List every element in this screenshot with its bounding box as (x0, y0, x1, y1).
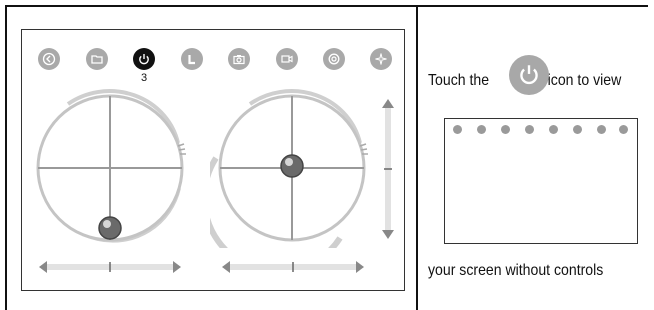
left-joystick[interactable] (28, 88, 196, 248)
left-stick-knob (98, 216, 122, 240)
camera-icon[interactable] (228, 48, 250, 70)
power-icon[interactable] (133, 48, 155, 70)
l-mode-icon (525, 125, 534, 134)
compass-icon (619, 125, 628, 134)
camera-icon (549, 125, 558, 134)
folder-icon[interactable] (86, 48, 108, 70)
right-joystick[interactable] (210, 88, 378, 248)
table-column-divider (416, 5, 418, 310)
video-icon (573, 125, 582, 134)
settings-icon[interactable] (323, 48, 345, 70)
power-icon-callout: 3 (140, 72, 148, 84)
left-horizontal-trim-slider[interactable] (37, 259, 183, 275)
settings-icon (597, 125, 606, 134)
back-icon[interactable] (38, 48, 60, 70)
right-horizontal-trim-slider[interactable] (220, 259, 366, 275)
right-arrow-icon (356, 261, 364, 273)
compass-icon[interactable] (370, 48, 392, 70)
right-arrow-icon (173, 261, 181, 273)
instruction-text-after: icon to view (547, 72, 622, 89)
power-icon (509, 55, 549, 95)
vertical-trim-slider[interactable] (378, 96, 398, 242)
back-icon (453, 125, 462, 134)
clean-screen-preview (444, 118, 638, 244)
down-arrow-icon (382, 230, 394, 239)
instruction-line-2: your screen without controls (428, 262, 604, 279)
instruction-text-before: Touch the (428, 72, 490, 89)
table-top-rule (5, 5, 648, 7)
up-arrow-icon (382, 99, 394, 108)
power-icon (501, 125, 510, 134)
l-mode-icon[interactable] (181, 48, 203, 70)
right-stick-knob (280, 154, 304, 178)
table-left-rule (5, 5, 7, 310)
video-icon[interactable] (276, 48, 298, 70)
left-arrow-icon (39, 261, 47, 273)
left-arrow-icon (222, 261, 230, 273)
folder-icon (477, 125, 486, 134)
